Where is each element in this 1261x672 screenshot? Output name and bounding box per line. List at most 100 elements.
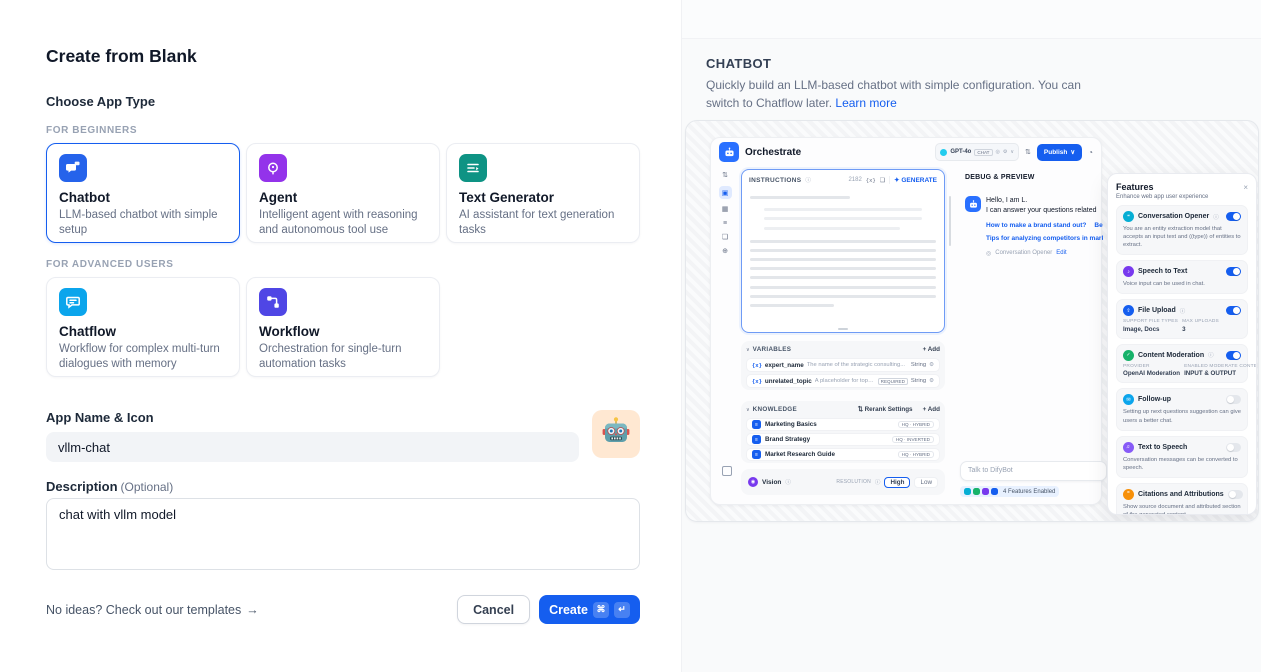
- app-type-card-workflow[interactable]: Workflow Orchestration for single-turn a…: [246, 277, 440, 377]
- suggestion-link: Bes: [1094, 222, 1103, 229]
- app-type-name: Text Generator: [459, 190, 627, 205]
- info-icon: ⓘ: [1213, 213, 1219, 221]
- gear-icon: ⚙: [929, 362, 934, 368]
- app-type-name: Chatbot: [59, 190, 227, 205]
- model-params-icon: ◎: [996, 149, 1000, 155]
- orchestrate-app-surface: Orchestrate GPT-4o CHAT ◎ ⚙ ∨ ⇅ Publish∨…: [710, 137, 1102, 505]
- modal-footer: No ideas? Check out our templates → Canc…: [46, 595, 640, 624]
- debug-preview-label: DEBUG & PREVIEW: [965, 174, 1035, 181]
- feature-card-file-upload: ⇧ File Upload ⓘ SUPPORT FILE TYPESImage,…: [1116, 299, 1248, 339]
- beginner-cards-row: Chatbot LLM-based chatbot with simple se…: [46, 143, 640, 243]
- toggle: [1226, 351, 1241, 360]
- choose-app-type-label: Choose App Type: [46, 94, 640, 109]
- cmd-key-icon: ⌘: [593, 602, 609, 618]
- sidebar-pages-icon: ❏: [722, 234, 728, 241]
- variable-icon: {x}: [866, 177, 876, 184]
- chevron-down-icon: ∨: [746, 407, 750, 413]
- instructions-panel: INSTRUCTIONS ⓘ 2182 {x} ❏ ✦ GENERATE: [741, 169, 945, 333]
- sidebar-image-icon: ▦: [722, 206, 729, 213]
- preview-description: Quickly build an LLM-based chatbot with …: [706, 76, 1104, 112]
- orchestrate-title: Orchestrate: [745, 147, 801, 158]
- variable-row: {x} unrelated_topic A placeholder for to…: [746, 374, 940, 388]
- feature-card-content-moderation: ✓ Content Moderation ⓘ PROVIDEROpenAI Mo…: [1116, 344, 1248, 384]
- chatbot-preview-image: Orchestrate GPT-4o CHAT ◎ ⚙ ∨ ⇅ Publish∨…: [685, 120, 1259, 522]
- app-type-card-chatflow[interactable]: Chatflow Workflow for complex multi-turn…: [46, 277, 240, 377]
- feature-dot-icon: [964, 488, 971, 495]
- suggestion-link: How to make a brand stand out?: [986, 222, 1086, 229]
- content-moderation-icon: ✓: [1123, 350, 1134, 361]
- app-type-name: Workflow: [259, 324, 427, 339]
- app-type-desc: LLM-based chatbot with simple setup: [59, 208, 227, 237]
- cancel-button[interactable]: Cancel: [457, 595, 530, 624]
- instructions-label: INSTRUCTIONS: [749, 177, 801, 184]
- advanced-cards-row: Chatflow Workflow for complex multi-turn…: [46, 277, 640, 377]
- toggle: [1226, 267, 1241, 276]
- history-icon: ◔: [1088, 148, 1093, 157]
- app-name-input[interactable]: [46, 432, 579, 462]
- text-to-speech-icon: ♬: [1123, 442, 1134, 453]
- knowledge-row: ≡ Marketing Basics HQ · HYBRID: [746, 418, 940, 431]
- publish-button: Publish∨: [1037, 144, 1082, 161]
- features-panel: Features × Enhance web app user experien…: [1107, 173, 1257, 515]
- info-icon: ⓘ: [1208, 351, 1214, 359]
- feature-card-conversation-opener: ❝ Conversation Opener ⓘ You are an entit…: [1116, 205, 1248, 255]
- instructions-skeleton: [742, 196, 944, 307]
- app-type-card-agent[interactable]: Agent Intelligent agent with reasoning a…: [246, 143, 440, 243]
- sidebar-doc-icon: ≡: [723, 220, 727, 227]
- edit-link: Edit: [1056, 250, 1066, 256]
- learn-more-link[interactable]: Learn more: [835, 96, 896, 110]
- feature-card-text-to-speech: ♬ Text to Speech Conversation messages c…: [1116, 436, 1248, 478]
- sidebar-globe-icon: ⊕: [722, 248, 728, 255]
- info-icon: ⓘ: [1180, 307, 1186, 315]
- feature-dot-icon: [973, 488, 980, 495]
- info-icon: ⓘ: [875, 478, 881, 486]
- document-icon: ≡: [752, 435, 761, 444]
- robot-emoji-icon: [600, 416, 632, 453]
- app-type-desc: Workflow for complex multi-turn dialogue…: [59, 342, 227, 371]
- bot-avatar-icon: [965, 196, 981, 212]
- copy-icon: ❏: [880, 177, 885, 184]
- citations-icon: ❞: [1123, 489, 1134, 500]
- page-title: Create from Blank: [46, 46, 640, 67]
- variable-icon: {x}: [752, 362, 762, 369]
- feature-card-speech-to-text: ♪ Speech to Text Voice input can be used…: [1116, 260, 1248, 294]
- char-count: 2182: [848, 177, 861, 183]
- preview-heading: CHATBOT: [706, 56, 1261, 71]
- model-settings-icon: ⚙: [1003, 149, 1007, 155]
- text-generator-icon: [459, 154, 487, 182]
- description-input[interactable]: chat with vllm model: [46, 498, 640, 570]
- model-config-icon: ⇅: [1025, 148, 1031, 156]
- left-panel: Create from Blank Choose App Type FOR BE…: [0, 0, 681, 672]
- app-type-desc: AI assistant for text generation tasks: [459, 208, 627, 237]
- templates-link[interactable]: No ideas? Check out our templates →: [46, 603, 259, 617]
- feature-dot-icon: [982, 488, 989, 495]
- bot-message: Hello, I am L. I can answer your questio…: [965, 196, 1103, 257]
- orchestrate-topbar: Orchestrate GPT-4o CHAT ◎ ⚙ ∨ ⇅ Publish∨…: [711, 138, 1101, 166]
- chat-input: Talk to DifyBot: [960, 461, 1107, 481]
- resize-handle: [838, 328, 848, 330]
- create-button[interactable]: Create ⌘ ↵: [539, 595, 640, 624]
- retrieval-tag: HQ · INVERTED: [892, 436, 934, 443]
- vision-section: ◉ Vision ⓘ RESOLUTION ⓘ High Low: [741, 469, 945, 495]
- info-icon: ⓘ: [805, 176, 811, 184]
- app-type-desc: Intelligent agent with reasoning and aut…: [259, 208, 427, 237]
- follow-up-icon: ✉: [1123, 394, 1134, 405]
- mini-sidebar: ⇅ ▣ ▦ ≡ ❏ ⊕: [714, 172, 736, 255]
- document-icon: ≡: [752, 420, 761, 429]
- retrieval-tag: HQ · HYBRID: [898, 451, 934, 458]
- rerank-settings-button: ⇅ Rerank Settings: [858, 406, 913, 413]
- app-icon-button[interactable]: [592, 410, 640, 458]
- variable-row: {x} expert_name The name of the strategi…: [746, 358, 940, 372]
- resolution-high-option: High: [884, 477, 910, 488]
- app-name-label: App Name & Icon: [46, 410, 640, 425]
- app-type-card-chatbot[interactable]: Chatbot LLM-based chatbot with simple se…: [46, 143, 240, 243]
- app-name-block: App Name & Icon: [46, 410, 640, 462]
- add-knowledge-button: + Add: [923, 406, 940, 413]
- app-type-card-text-generator[interactable]: Text Generator AI assistant for text gen…: [446, 143, 640, 243]
- speech-to-text-icon: ♪: [1123, 266, 1134, 277]
- generate-button: ✦ GENERATE: [894, 176, 937, 184]
- vision-icon: ◉: [748, 477, 758, 487]
- chatbot-icon: [59, 154, 87, 182]
- knowledge-row: ≡ Brand Strategy HQ · INVERTED: [746, 433, 940, 446]
- right-panel: CHATBOT Quickly build an LLM-based chatb…: [681, 0, 1261, 672]
